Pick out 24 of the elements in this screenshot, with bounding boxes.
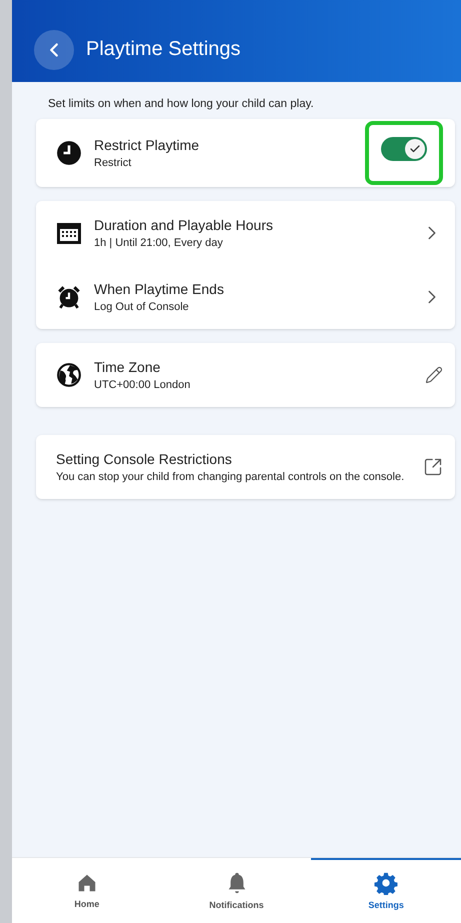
nav-tab[interactable]: Home [12,858,162,923]
setting-title: When Playtime Ends [94,280,225,300]
setting-title: Setting Console Restrictions [56,450,233,470]
pencil-icon[interactable] [425,366,443,384]
setting-title: Duration and Playable Hours [94,216,274,236]
nav-tab[interactable]: Notifications [162,858,312,923]
setting-title: Time Zone [94,358,162,378]
page-title: Playtime Settings [86,37,241,62]
intro-text: Set limits on when and how long your child can play. [47,97,315,112]
calendar-icon [56,221,82,246]
setting-subtitle: UTC+00:00 London [94,378,192,394]
back-button[interactable] [34,30,74,70]
alarm-clock-icon [56,284,82,310]
gear-icon [374,870,398,895]
setting-title: Restrict Playtime [94,136,200,156]
setting-subtitle: Restrict [94,156,132,172]
setting-subtitle: Log Out of Console [94,300,190,316]
setting-subtitle: 1h | Until 21:00, Every day [94,236,224,252]
clock-icon [56,140,82,166]
setting-subtitle: You can stop your child from changing parental controls on the console. [56,470,406,486]
external-link-icon[interactable] [423,457,443,478]
nav-tab[interactable]: Settings [311,858,461,923]
globe-icon [56,362,82,388]
toggle-switch[interactable] [381,137,427,162]
